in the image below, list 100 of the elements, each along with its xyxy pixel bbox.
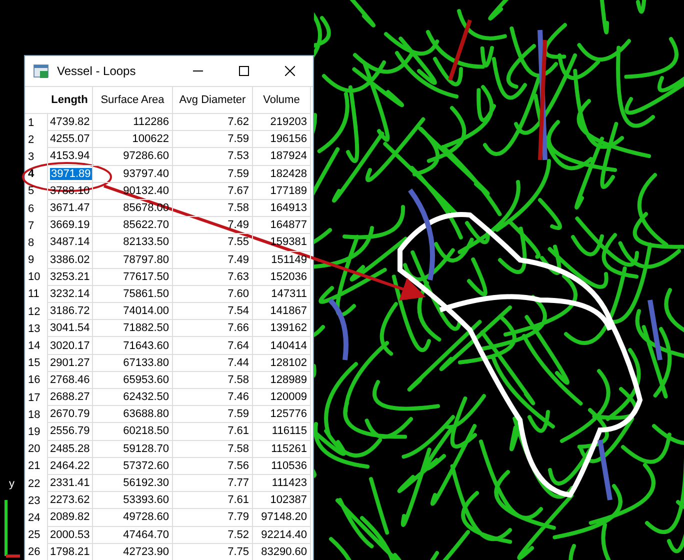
table-cell: 112286 [93,114,173,132]
table-cell: 3671.47 [47,200,93,218]
table-cell: 3020.17 [47,337,93,355]
table-cell: 42723.90 [93,544,173,560]
table-cell: 3253.21 [47,268,93,286]
table-cell: 7.60 [173,286,253,304]
table-cell: 59128.70 [93,440,173,458]
column-header[interactable]: Volume [253,87,311,114]
table-cell: 4153.94 [47,148,93,166]
table-cell: 3487.14 [47,234,93,252]
row-number: 4 [27,167,36,182]
table-cell: 7.58 [173,200,253,218]
row-number: 3 [27,150,36,165]
table-cell: 111423 [253,474,311,492]
table-cell: 7.59 [173,406,253,424]
table-cell: 116115 [253,423,311,441]
table-cell: 2768.46 [47,372,93,389]
column-header[interactable]: Surface Area [93,87,173,114]
table-cell: 82133.50 [93,234,173,252]
table-cell: 7.44 [173,354,253,372]
table-cell: 1798.21 [47,544,93,560]
table-cell: 128102 [253,354,311,372]
row-number: 19 [27,424,42,440]
table-cell: 85678.00 [93,200,173,218]
table-cell: 7.75 [173,544,253,560]
table-cell: 2089.82 [47,509,93,526]
table-cell: 3232.14 [47,286,93,304]
table-cell: 63688.80 [93,406,173,424]
table-cell: 141867 [253,303,311,320]
row-number: 5 [27,184,36,200]
table-cell: 7.61 [173,492,253,510]
table-cell: 7.77 [173,474,253,492]
row-number: 14 [27,339,42,354]
row-number: 10 [27,270,42,286]
table-cell: 60218.50 [93,423,173,441]
table-cell: 7.58 [173,440,253,458]
row-number: 20 [27,442,42,458]
table-cell: 7.49 [173,252,253,269]
table-cell: 2485.28 [47,440,93,458]
table-cell: 164913 [253,200,311,218]
table-cell: 7.66 [173,320,253,338]
row-number: 24 [27,510,42,526]
table-cell: 139162 [253,320,311,338]
table-cell: 102387 [253,492,311,510]
row-number: 6 [27,202,36,217]
table-cell: 93797.40 [93,166,173,183]
table-cell: 7.67 [173,182,253,200]
table-cell: 2901.27 [47,354,93,372]
table-cell: 78797.80 [93,252,173,269]
table-cell: 100622 [93,131,173,148]
table-cell: 85622.70 [93,217,173,234]
table-cell: 110536 [253,458,311,475]
table-cell: 7.62 [173,114,253,132]
table-cell: 140414 [253,337,311,355]
table-cell: 57372.60 [93,458,173,475]
table-cell: 4255.07 [47,131,93,148]
table-cell: 2000.53 [47,526,93,544]
table-cell: 7.61 [173,423,253,441]
column-header[interactable]: Avg Diameter [173,87,253,114]
table-cell: 2331.41 [47,474,93,492]
table-cell: 115261 [253,440,311,458]
table-cell: 196156 [253,131,311,148]
row-number: 18 [27,408,42,423]
table-cell: 2273.62 [47,492,93,510]
table-cell: 164877 [253,217,311,234]
table-cell: 97148.20 [253,509,311,526]
table-cell: 65953.60 [93,372,173,389]
row-number: 12 [27,304,42,320]
table-cell: 187924 [253,148,311,166]
table-cell: 3669.19 [47,217,93,234]
row-number: 17 [27,390,42,406]
table-cell: 219203 [253,114,311,132]
table-cell: 7.64 [173,337,253,355]
table-cell: 7.79 [173,509,253,526]
table-cell: 7.56 [173,458,253,475]
table-cell: 83290.60 [253,544,311,560]
table-cell: 152036 [253,268,311,286]
table-cell: 182428 [253,166,311,183]
table-cell: 71882.50 [93,320,173,338]
table-cell: 75861.50 [93,286,173,304]
column-header[interactable]: Length [47,87,93,114]
table-cell: 62432.50 [93,389,173,406]
table-cell: 3041.54 [47,320,93,338]
row-number: 26 [27,545,42,560]
table-cell: 4739.82 [47,114,93,132]
table-cell: 49728.60 [93,509,173,526]
table-cell: 47464.70 [93,526,173,544]
table-cell: 151149 [253,252,311,269]
table-cell: 2670.79 [47,406,93,424]
table-cell: 97286.60 [93,148,173,166]
row-number: 1 [27,116,36,131]
table-cell: 7.63 [173,268,253,286]
table-cell: 7.55 [173,234,253,252]
row-number: 22 [27,476,42,492]
table-cell: 7.46 [173,389,253,406]
row-number: 11 [27,287,40,302]
table-cell: 128989 [253,372,311,389]
close-icon [285,66,295,76]
row-number: 16 [27,373,42,388]
row-number: 25 [27,528,42,544]
